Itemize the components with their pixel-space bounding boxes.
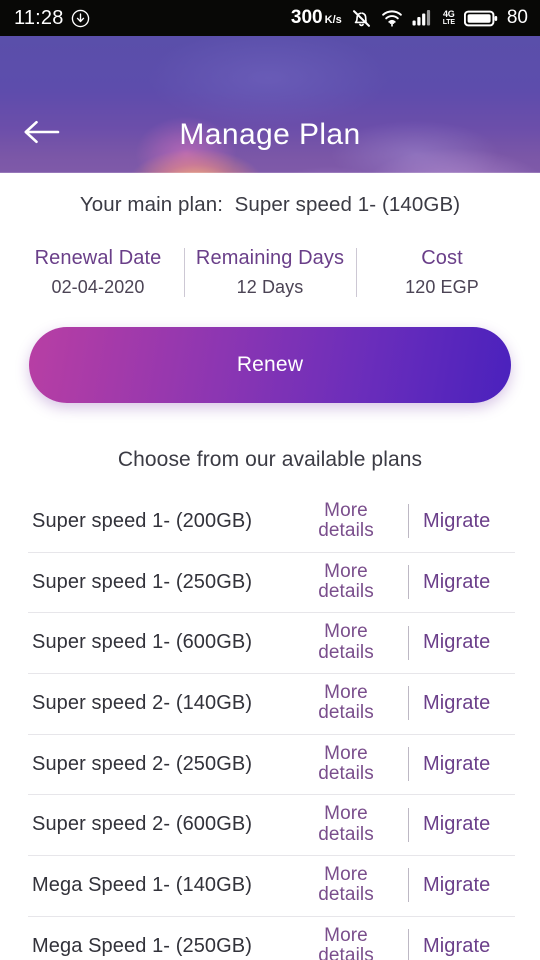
- plan-row[interactable]: Super speed 2- (600GB) More details Migr…: [0, 794, 540, 855]
- plan-name: Super speed 1- (250GB): [32, 570, 253, 593]
- plan-row[interactable]: Super speed 2- (140GB) More details Migr…: [0, 673, 540, 734]
- stat-label: Cost: [421, 247, 463, 269]
- row-separator: [408, 686, 409, 721]
- row-separator: [408, 868, 409, 903]
- plan-name: Mega Speed 1- (140GB): [32, 873, 253, 896]
- plan-row[interactable]: Super speed 1- (250GB) More details Migr…: [0, 551, 540, 613]
- plan-name: Super speed 1- (200GB): [32, 509, 253, 532]
- stat-renewal-date: Renewal Date 02-04-2020: [12, 243, 184, 300]
- status-bar-left: 11:28: [14, 7, 90, 30]
- more-details-link[interactable]: More details: [300, 682, 392, 724]
- current-plan-summary: Your main plan: Super speed 1- (140GB): [0, 193, 540, 217]
- row-separator: [408, 565, 409, 600]
- more-details-link[interactable]: More details: [300, 561, 392, 603]
- stat-remaining-days: Remaining Days 12 Days: [184, 243, 356, 300]
- migrate-link[interactable]: Migrate: [423, 692, 540, 715]
- plan-row[interactable]: Super speed 1- (600GB) More details Migr…: [0, 612, 540, 673]
- migrate-link[interactable]: Migrate: [423, 935, 540, 958]
- stat-label: Renewal Date: [34, 247, 162, 269]
- migrate-link[interactable]: Migrate: [423, 571, 540, 594]
- more-details-link[interactable]: More details: [300, 925, 392, 960]
- network-speed: 300 K/s: [291, 7, 342, 29]
- network-speed-value: 300: [290, 7, 323, 28]
- stat-cost: Cost 120 EGP: [356, 243, 528, 300]
- status-bar: 11:28 300 K/s 4G LTE 80: [0, 0, 540, 36]
- migrate-link[interactable]: Migrate: [423, 631, 540, 654]
- current-plan-label: Your main plan:: [79, 193, 224, 216]
- page-header: Manage Plan: [0, 36, 540, 173]
- network-type-icon: 4G LTE: [442, 9, 455, 27]
- app-screen: 11:28 300 K/s 4G LTE 80 Manage Plan Your…: [0, 0, 540, 960]
- plan-row[interactable]: Mega Speed 1- (140GB) More details Migra…: [0, 855, 540, 916]
- plan-row[interactable]: Mega Speed 1- (250GB) More details Migra…: [0, 915, 540, 960]
- cellular-signal-icon: [412, 9, 434, 27]
- row-separator: [408, 504, 409, 539]
- stat-label: Remaining Days: [195, 247, 345, 269]
- plan-name: Super speed 2- (140GB): [32, 691, 253, 714]
- network-speed-unit: K/s: [324, 14, 342, 26]
- bell-muted-icon: [351, 8, 372, 29]
- migrate-link[interactable]: Migrate: [423, 753, 540, 776]
- more-details-link[interactable]: More details: [300, 864, 392, 906]
- row-separator: [408, 747, 409, 782]
- status-bar-clock: 11:28: [14, 6, 64, 29]
- migrate-link[interactable]: Migrate: [423, 510, 540, 533]
- plan-name: Super speed 1- (600GB): [32, 631, 253, 654]
- plan-name: Mega Speed 1- (250GB): [32, 934, 253, 957]
- renew-button-container: Renew: [0, 327, 540, 403]
- wifi-icon: [381, 8, 403, 28]
- plan-name: Super speed 2- (250GB): [32, 752, 253, 775]
- plan-name: Super speed 2- (600GB): [32, 813, 253, 836]
- stat-value: 12 Days: [236, 277, 304, 297]
- battery-icon: [463, 9, 498, 28]
- migrate-link[interactable]: Migrate: [423, 813, 540, 836]
- stat-value: 120 EGP: [405, 277, 479, 297]
- renew-button[interactable]: Renew: [29, 327, 511, 403]
- row-separator: [408, 807, 409, 842]
- page-title: Manage Plan: [179, 118, 361, 151]
- row-separator: [408, 625, 409, 660]
- stat-value: 02-04-2020: [51, 277, 145, 297]
- migrate-link[interactable]: Migrate: [423, 874, 540, 897]
- battery-percent: 80: [506, 7, 528, 28]
- available-plans-list: Super speed 1- (200GB) More details Migr…: [0, 491, 540, 960]
- status-bar-right: 300 K/s 4G LTE 80: [291, 7, 528, 29]
- row-separator: [408, 929, 409, 960]
- download-arrow-icon: [71, 9, 90, 28]
- available-plans-heading: Choose from our available plans: [117, 448, 423, 471]
- current-plan-value: Super speed 1- (140GB): [234, 193, 461, 216]
- plan-row[interactable]: Super speed 1- (200GB) More details Migr…: [0, 491, 540, 552]
- more-details-link[interactable]: More details: [300, 500, 392, 542]
- plan-stats: Renewal Date 02-04-2020 Remaining Days 1…: [12, 243, 528, 300]
- more-details-link[interactable]: More details: [300, 621, 392, 663]
- more-details-link[interactable]: More details: [300, 804, 392, 845]
- plan-row[interactable]: Super speed 2- (250GB) More details Migr…: [0, 733, 540, 795]
- more-details-link[interactable]: More details: [300, 743, 392, 785]
